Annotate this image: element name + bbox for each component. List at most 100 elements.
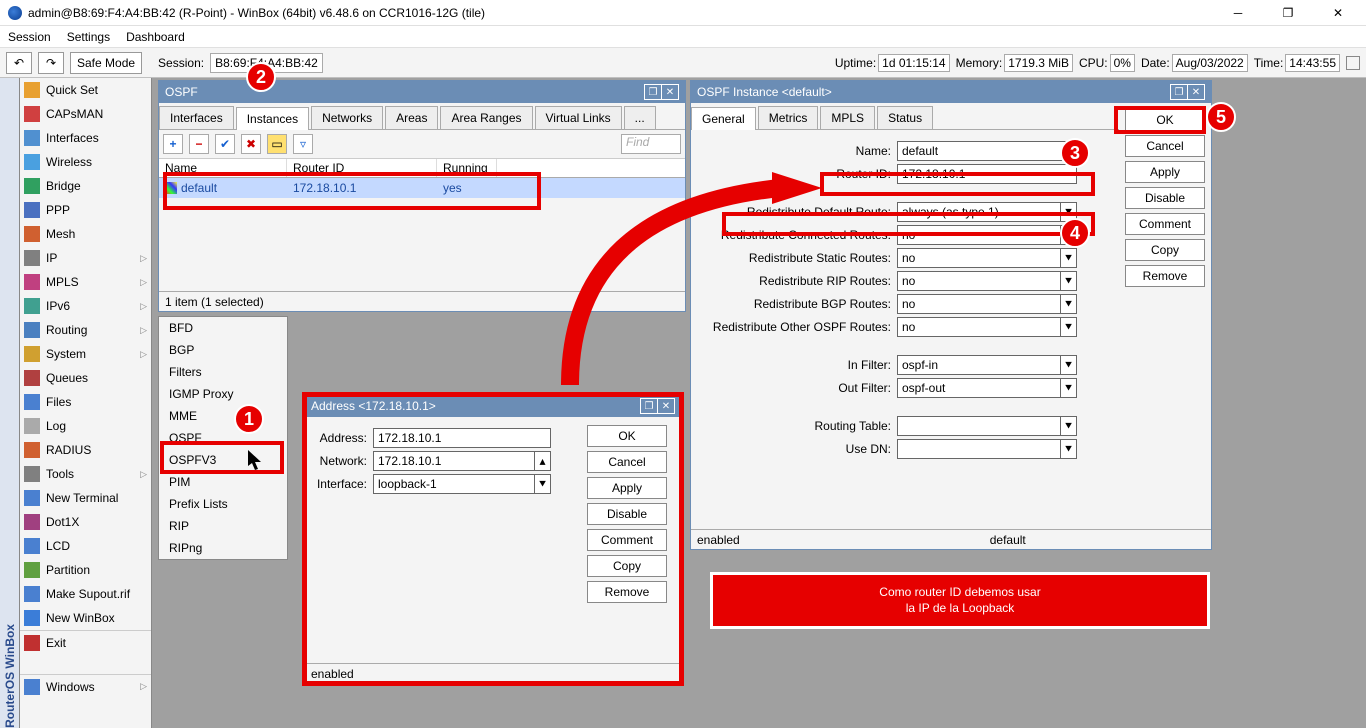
dropdown-redist_static[interactable]: ⯆ xyxy=(1061,248,1077,268)
instance-tab-status[interactable]: Status xyxy=(877,106,933,129)
inst-disable-button[interactable]: Disable xyxy=(1125,187,1205,209)
routing-menu-bgp[interactable]: BGP xyxy=(159,339,287,361)
close-button[interactable]: ✕ xyxy=(1324,2,1352,24)
input-out_filter[interactable]: ospf-out xyxy=(897,378,1061,398)
addr-ok-button[interactable]: OK xyxy=(587,425,667,447)
inst-ok-button[interactable]: OK xyxy=(1125,109,1205,131)
col-running[interactable]: Running xyxy=(437,159,497,177)
hide-panel-icon[interactable] xyxy=(1346,56,1360,70)
instance-restore-icon[interactable]: ❐ xyxy=(1170,84,1188,100)
routing-menu-rip[interactable]: RIP xyxy=(159,515,287,537)
inst-copy-button[interactable]: Copy xyxy=(1125,239,1205,261)
sidebar-item-dot1x[interactable]: Dot1X xyxy=(20,510,151,534)
address-restore-icon[interactable]: ❐ xyxy=(640,398,658,414)
sidebar-item-exit[interactable]: Exit xyxy=(20,630,151,654)
sidebar-item-interfaces[interactable]: Interfaces xyxy=(20,126,151,150)
instance-close-icon[interactable]: ✕ xyxy=(1187,84,1205,100)
sidebar-item-new-winbox[interactable]: New WinBox xyxy=(20,606,151,630)
addr-copy-button[interactable]: Copy xyxy=(587,555,667,577)
sidebar-item-ipv6[interactable]: IPv6▷ xyxy=(20,294,151,318)
menu-session[interactable]: Session xyxy=(8,30,51,44)
menu-settings[interactable]: Settings xyxy=(67,30,110,44)
ospf-tab-instances[interactable]: Instances xyxy=(236,107,309,130)
interface-input[interactable]: loopback-1 xyxy=(373,474,535,494)
sidebar-item-partition[interactable]: Partition xyxy=(20,558,151,582)
input-in_filter[interactable]: ospf-in xyxy=(897,355,1061,375)
input-routing_table[interactable] xyxy=(897,416,1061,436)
routing-menu-ripng[interactable]: RIPng xyxy=(159,537,287,559)
dropdown-redist_other[interactable]: ⯆ xyxy=(1061,317,1077,337)
find-input[interactable]: Find xyxy=(621,134,681,154)
undo-button[interactable]: ↶ xyxy=(6,52,32,74)
instance-window-title[interactable]: OSPF Instance <default> ❐✕ xyxy=(691,81,1211,103)
sidebar-item-new-terminal[interactable]: New Terminal xyxy=(20,486,151,510)
dropdown-redist_rip[interactable]: ⯆ xyxy=(1061,271,1077,291)
addr-comment-button[interactable]: Comment xyxy=(587,529,667,551)
sidebar-item-routing[interactable]: Routing▷ xyxy=(20,318,151,342)
routing-menu-filters[interactable]: Filters xyxy=(159,361,287,383)
input-router_id[interactable]: 172.18.10.1 xyxy=(897,164,1077,184)
routing-menu-ospfv3[interactable]: OSPFV3 xyxy=(159,449,287,471)
comment-button[interactable]: ▭ xyxy=(267,134,287,154)
routing-menu-prefix-lists[interactable]: Prefix Lists xyxy=(159,493,287,515)
sidebar-item-bridge[interactable]: Bridge xyxy=(20,174,151,198)
sidebar-item-system[interactable]: System▷ xyxy=(20,342,151,366)
sidebar-item-mesh[interactable]: Mesh xyxy=(20,222,151,246)
sidebar-item-queues[interactable]: Queues xyxy=(20,366,151,390)
ospf-window-title[interactable]: OSPF ❐✕ xyxy=(159,81,685,103)
interface-drop-icon[interactable]: ⯆ xyxy=(535,474,551,494)
sidebar-item-wireless[interactable]: Wireless xyxy=(20,150,151,174)
address-window-title[interactable]: Address <172.18.10.1> ❐✕ xyxy=(305,395,681,417)
dropdown-out_filter[interactable]: ⯆ xyxy=(1061,378,1077,398)
addr-cancel-button[interactable]: Cancel xyxy=(587,451,667,473)
addr-apply-button[interactable]: Apply xyxy=(587,477,667,499)
ospf-tab-interfaces[interactable]: Interfaces xyxy=(159,106,234,129)
inst-cancel-button[interactable]: Cancel xyxy=(1125,135,1205,157)
instance-tab-metrics[interactable]: Metrics xyxy=(758,106,819,129)
add-button[interactable]: + xyxy=(163,134,183,154)
col-name[interactable]: Name xyxy=(159,159,287,177)
sidebar-item-ip[interactable]: IP▷ xyxy=(20,246,151,270)
instance-tab-general[interactable]: General xyxy=(691,107,756,130)
sidebar-item-tools[interactable]: Tools▷ xyxy=(20,462,151,486)
sidebar-item-mpls[interactable]: MPLS▷ xyxy=(20,270,151,294)
routing-menu-ospf[interactable]: OSPF xyxy=(159,427,287,449)
input-redist_static[interactable]: no xyxy=(897,248,1061,268)
ospf-tab-networks[interactable]: Networks xyxy=(311,106,383,129)
inst-comment-button[interactable]: Comment xyxy=(1125,213,1205,235)
routing-menu-bfd[interactable]: BFD xyxy=(159,317,287,339)
disable-button[interactable]: ✖ xyxy=(241,134,261,154)
dropdown-redist_bgp[interactable]: ⯆ xyxy=(1061,294,1077,314)
ospf-tab-moremoremore[interactable]: ... xyxy=(624,106,656,129)
input-name[interactable]: default xyxy=(897,141,1077,161)
address-close-icon[interactable]: ✕ xyxy=(657,398,675,414)
inst-remove-button[interactable]: Remove xyxy=(1125,265,1205,287)
maximize-button[interactable]: ❐ xyxy=(1274,2,1302,24)
routing-menu-pim[interactable]: PIM xyxy=(159,471,287,493)
col-router-id[interactable]: Router ID xyxy=(287,159,437,177)
input-redist_rip[interactable]: no xyxy=(897,271,1061,291)
sidebar-item-ppp[interactable]: PPP xyxy=(20,198,151,222)
enable-button[interactable]: ✔ xyxy=(215,134,235,154)
network-input[interactable]: 172.18.10.1 xyxy=(373,451,535,471)
dropdown-in_filter[interactable]: ⯆ xyxy=(1061,355,1077,375)
sidebar-item-log[interactable]: Log xyxy=(20,414,151,438)
filter-button[interactable]: ▿ xyxy=(293,134,313,154)
routing-menu-mme[interactable]: MME xyxy=(159,405,287,427)
input-use_dn[interactable] xyxy=(897,439,1061,459)
redo-button[interactable]: ↷ xyxy=(38,52,64,74)
sidebar-item-files[interactable]: Files xyxy=(20,390,151,414)
input-redist_conn[interactable]: no xyxy=(897,225,1061,245)
address-input[interactable]: 172.18.10.1 xyxy=(373,428,551,448)
ospf-tab-virtual-links[interactable]: Virtual Links xyxy=(535,106,622,129)
ospf-close-icon[interactable]: ✕ xyxy=(661,84,679,100)
instance-tab-mpls[interactable]: MPLS xyxy=(820,106,875,129)
sidebar-item-lcd[interactable]: LCD xyxy=(20,534,151,558)
inst-apply-button[interactable]: Apply xyxy=(1125,161,1205,183)
sidebar-item-radius[interactable]: RADIUS xyxy=(20,438,151,462)
menu-dashboard[interactable]: Dashboard xyxy=(126,30,185,44)
ospf-table-row[interactable]: default 172.18.10.1 yes xyxy=(159,178,685,198)
ospf-tab-areas[interactable]: Areas xyxy=(385,106,438,129)
addr-disable-button[interactable]: Disable xyxy=(587,503,667,525)
minimize-button[interactable]: ─ xyxy=(1224,2,1252,24)
